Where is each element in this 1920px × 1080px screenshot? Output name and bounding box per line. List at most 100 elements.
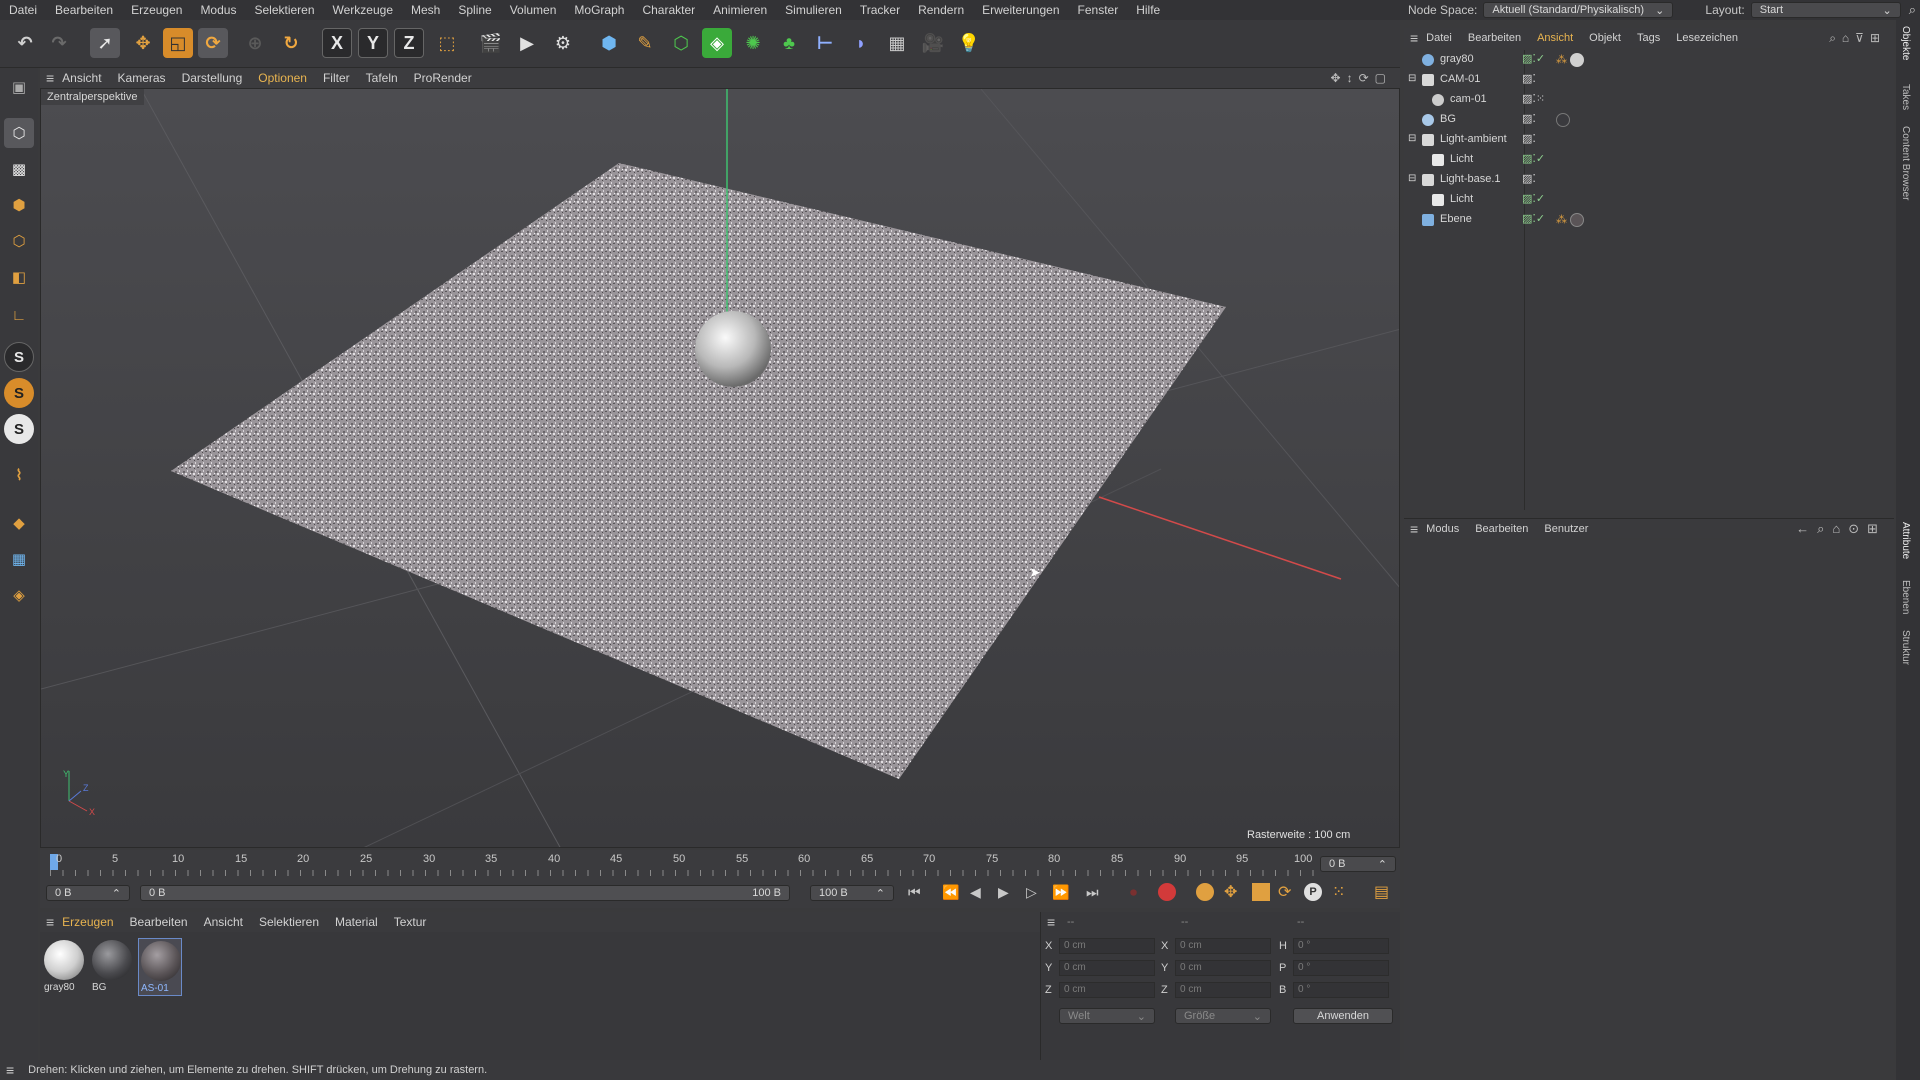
pla-key-icon[interactable]: ⁙ (1332, 882, 1345, 902)
node-space-dropdown[interactable]: Aktuell (Standard/Physikalisch) ⌄ (1483, 2, 1674, 18)
material-menu-bearbeiten[interactable]: Bearbeiten (122, 915, 196, 929)
floor-icon[interactable]: ▦ (882, 28, 912, 58)
om-menu-tags[interactable]: Tags (1629, 32, 1668, 44)
redo-icon[interactable]: ↷ (44, 28, 74, 58)
attr-toolbar-icons[interactable]: ←⌕⌂⊙⊞ (1796, 521, 1886, 537)
menu-erweiterungen[interactable]: Erweiterungen (973, 3, 1068, 17)
workplane-icon[interactable]: ◆ (4, 508, 34, 538)
apply-button[interactable]: Anwenden (1293, 1008, 1393, 1024)
menu-volumen[interactable]: Volumen (501, 3, 566, 17)
transform-tool-icon[interactable]: ⊕ (240, 28, 270, 58)
menu-datei[interactable]: Datei (0, 3, 46, 17)
render-settings-icon[interactable]: ⚙ (548, 28, 578, 58)
undo-icon[interactable]: ↶ (10, 28, 40, 58)
render-view-icon[interactable]: ▶ (512, 28, 542, 58)
snap-icon[interactable]: S (4, 342, 34, 372)
y-axis-button[interactable]: Y (358, 28, 388, 58)
select-tool-icon[interactable]: ➚ (90, 28, 120, 58)
material-menu-selektieren[interactable]: Selektieren (251, 915, 327, 929)
material-tag-icon[interactable] (1570, 213, 1584, 227)
tab-struktur[interactable]: Struktur (1900, 630, 1911, 665)
pen-icon[interactable]: ✎ (630, 28, 660, 58)
object-row[interactable]: Licht ▨⁚✓ (1404, 150, 1894, 170)
preview-range-slider[interactable]: 0 B 100 B (140, 885, 790, 901)
model-mode-icon[interactable]: ⬡ (4, 118, 34, 148)
point-mode-icon[interactable]: ⬢ (4, 190, 34, 220)
viewport-menu-kameras[interactable]: Kameras (110, 71, 174, 85)
size-z-field[interactable]: 0 cm (1175, 982, 1271, 998)
prev-frame-icon[interactable]: ◀ (970, 884, 981, 901)
camera-icon[interactable]: 🎥 (918, 28, 948, 58)
hamburger-icon[interactable]: ≡ (46, 70, 54, 86)
menu-hilfe[interactable]: Hilfe (1127, 3, 1169, 17)
start-frame-field[interactable]: 0 B ⌃ (46, 885, 130, 901)
material-tag-icon[interactable] (1570, 53, 1584, 67)
scale-key-icon[interactable] (1252, 883, 1270, 901)
hamburger-icon[interactable]: ≡ (6, 1062, 14, 1078)
attr-menu-bearbeiten[interactable]: Bearbeiten (1467, 523, 1536, 535)
tab-objekte[interactable]: Objekte (1900, 26, 1911, 60)
pos-y-field[interactable]: 0 cm (1059, 960, 1155, 976)
size-y-field[interactable]: 0 cm (1175, 960, 1271, 976)
menu-werkzeuge[interactable]: Werkzeuge (324, 3, 402, 17)
cloner-icon[interactable]: ♣ (774, 28, 804, 58)
deformer-icon[interactable]: ⊢ (810, 28, 840, 58)
om-menu-bearbeiten[interactable]: Bearbeiten (1460, 32, 1529, 44)
visibility-icon[interactable]: ▨⁚✓ (1522, 212, 1545, 225)
collapse-icon[interactable]: ⊟ (1408, 173, 1416, 184)
texture-mode-icon[interactable]: ▩ (4, 154, 34, 184)
material-gray80[interactable]: gray80 (42, 938, 86, 996)
parameter-key-icon[interactable]: P (1304, 883, 1322, 901)
object-row[interactable]: ⊟ Light-base.1 ▨⁚ (1404, 170, 1894, 190)
attr-menu-benutzer[interactable]: Benutzer (1536, 523, 1596, 535)
material-bg[interactable]: BG (90, 938, 134, 996)
menu-modus[interactable]: Modus (191, 3, 245, 17)
play-icon[interactable]: ▶ (998, 884, 1009, 901)
edge-mode-icon[interactable]: ⬡ (4, 226, 34, 256)
end-frame-field[interactable]: 100 B ⌃ (810, 885, 894, 901)
object-row[interactable]: cam-01 ▨⁚⁙ (1404, 90, 1894, 110)
viewport-menu-ansicht[interactable]: Ansicht (54, 71, 109, 85)
next-key-icon[interactable]: ⏩ (1052, 884, 1069, 901)
visibility-icon[interactable]: ▨⁚ (1522, 172, 1536, 185)
coord-mode-dropdown[interactable]: Größe ⌄ (1175, 1008, 1271, 1024)
visibility-icon[interactable]: ▨⁚⁙ (1522, 92, 1545, 105)
prev-key-icon[interactable]: ⏪ (942, 884, 959, 901)
layout-dropdown[interactable]: Start ⌄ (1750, 2, 1901, 18)
rot-p-field[interactable]: 0 ° (1293, 960, 1389, 976)
position-key-icon[interactable]: ✥ (1224, 882, 1237, 902)
hamburger-icon[interactable]: ≡ (1047, 914, 1055, 930)
menu-simulieren[interactable]: Simulieren (776, 3, 851, 17)
pos-x-field[interactable]: 0 cm (1059, 938, 1155, 954)
menu-erzeugen[interactable]: Erzeugen (122, 3, 191, 17)
magnet-icon[interactable]: ⌇ (4, 460, 34, 490)
make-editable-icon[interactable]: ▣ (4, 72, 34, 102)
timeline-options-icon[interactable]: ▤ (1374, 882, 1389, 902)
object-row[interactable]: ⊟ Light-ambient ▨⁚ (1404, 130, 1894, 150)
move-tool-icon[interactable]: ✥ (128, 28, 158, 58)
om-menu-ansicht[interactable]: Ansicht (1529, 32, 1581, 44)
cube-icon[interactable]: ⬢ (594, 28, 624, 58)
viewport-menu-prorender[interactable]: ProRender (406, 71, 480, 85)
visibility-icon[interactable]: ▨⁚ (1522, 112, 1536, 125)
hamburger-icon[interactable]: ≡ (46, 914, 54, 930)
pos-z-field[interactable]: 0 cm (1059, 982, 1155, 998)
tag-icon[interactable]: ⁂ (1556, 213, 1567, 226)
current-frame-field[interactable]: 0 B ⌃ (1320, 856, 1396, 872)
collapse-icon[interactable]: ⊟ (1408, 133, 1416, 144)
menu-charakter[interactable]: Charakter (633, 3, 704, 17)
x-axis-button[interactable]: X (322, 28, 352, 58)
viewport-nav-icons[interactable]: ✥↕⟳▢ (1331, 71, 1392, 85)
subdivision-icon[interactable]: ⬡ (666, 28, 696, 58)
viewport-menu-tafeln[interactable]: Tafeln (358, 71, 406, 85)
menu-rendern[interactable]: Rendern (909, 3, 973, 17)
viewport-menu-optionen[interactable]: Optionen (250, 71, 315, 85)
render-region-icon[interactable]: 🎬 (476, 28, 506, 58)
collapse-icon[interactable]: ⊟ (1408, 73, 1416, 84)
rotation-key-icon[interactable]: ⟳ (1278, 882, 1291, 902)
material-menu-material[interactable]: Material (327, 915, 386, 929)
hamburger-icon[interactable]: ≡ (1410, 521, 1418, 537)
menu-spline[interactable]: Spline (449, 3, 500, 17)
menu-mesh[interactable]: Mesh (402, 3, 449, 17)
menu-selektieren[interactable]: Selektieren (245, 3, 323, 17)
